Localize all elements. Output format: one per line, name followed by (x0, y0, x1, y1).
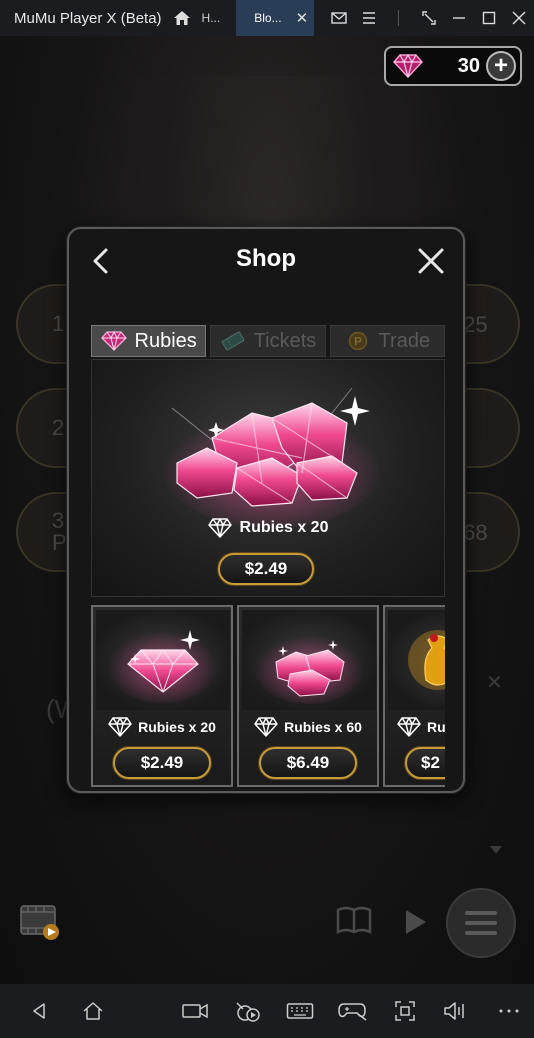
ruby-count: 30 (457, 54, 480, 77)
tab-close-icon[interactable]: ✕ (296, 9, 309, 27)
background-arrow-icon (490, 846, 502, 854)
tab-rubies-label: Rubies (134, 329, 197, 352)
tab-tickets-label: Tickets (253, 329, 317, 352)
ruby-gem-icon (100, 330, 127, 352)
background-close-icon: ✕ (486, 672, 503, 694)
gold-pouch-icon (388, 610, 445, 710)
play-icon[interactable] (392, 900, 436, 944)
emulator-toolbar (0, 984, 534, 1038)
diamond-outline-icon (108, 717, 132, 737)
diamond-outline-icon (207, 518, 232, 538)
window-titlebar: MuMu Player X (Beta) H... Blo... ✕ (0, 0, 534, 36)
item-card-label: Rubies x 60 (239, 717, 377, 737)
home-icon[interactable] (172, 8, 192, 28)
close-icon[interactable] (417, 247, 445, 275)
shop-header: Shop (69, 229, 463, 291)
app-title: MuMu Player X (Beta) (14, 9, 162, 27)
tab-game-label: Blo... (254, 11, 282, 25)
shop-tabs: Rubies Tickets P Trade (91, 325, 445, 357)
ruby-gem-icon (96, 610, 230, 710)
diamond-outline-icon (254, 717, 278, 737)
featured-item-name: Rubies x 20 (239, 519, 329, 536)
ruby-counter: 30 + (384, 46, 522, 86)
close-window-icon[interactable] (504, 0, 534, 36)
tab-tickets[interactable]: Tickets (210, 325, 326, 357)
tab-trade[interactable]: P Trade (329, 325, 445, 357)
item-buy-button[interactable]: $2 (405, 747, 445, 779)
add-rubies-button[interactable]: + (486, 51, 516, 81)
gamepad-icon[interactable] (336, 996, 370, 1026)
ticket-icon (220, 330, 246, 352)
maximize-icon[interactable] (474, 0, 504, 36)
featured-item[interactable]: Rubies x 20 $2.49 (91, 359, 445, 597)
tab-game[interactable]: Blo... ✕ (236, 0, 315, 36)
ruby-pile-icon (162, 387, 382, 528)
camera-icon[interactable] (180, 996, 210, 1026)
book-icon[interactable] (334, 904, 374, 938)
ruby-pile-icon (242, 610, 376, 710)
hamburger-menu-button[interactable] (446, 888, 516, 958)
shop-title: Shop (236, 245, 296, 272)
keyboard-icon[interactable] (284, 996, 316, 1026)
item-buy-button[interactable]: $2.49 (113, 747, 211, 779)
tab-rubies[interactable]: Rubies (91, 325, 207, 357)
item-card[interactable]: Rubies x 60 $6.49 (237, 605, 379, 787)
film-icon[interactable] (18, 902, 62, 942)
item-list: Rubies x 20 $2.49 Rubies x 60 $6.49 Ru $… (91, 605, 445, 787)
tab-trade-label: Trade (378, 329, 431, 352)
back-icon[interactable] (24, 996, 54, 1026)
svg-text:P: P (354, 335, 362, 349)
menu-icon[interactable] (354, 0, 384, 36)
item-card-name: Rubies x 60 (284, 719, 362, 735)
item-card-label: Ru (385, 717, 445, 737)
mail-icon[interactable] (324, 0, 354, 36)
item-card-label: Rubies x 20 (93, 717, 231, 737)
fullscreen-icon[interactable] (414, 0, 444, 36)
tab-home[interactable]: H... (192, 0, 231, 36)
item-card-name: Rubies x 20 (138, 719, 216, 735)
volume-icon[interactable] (440, 996, 470, 1026)
coin-icon: P (345, 330, 371, 352)
screenshot-icon[interactable] (390, 996, 420, 1026)
home-icon[interactable] (78, 996, 108, 1026)
shop-dialog: Shop Rubies Tickets P Trade Rubies x 20 … (67, 227, 465, 793)
item-buy-button[interactable]: $6.49 (259, 747, 357, 779)
diamond-outline-icon (397, 717, 421, 737)
game-area: 1. G x 25 2. T 3. G Pre x 68 (W ✕ 30 + S… (0, 36, 534, 984)
featured-buy-button[interactable]: $2.49 (218, 553, 314, 585)
macro-icon[interactable] (232, 996, 262, 1026)
separator-icon (384, 0, 414, 36)
item-card[interactable]: Rubies x 20 $2.49 (91, 605, 233, 787)
ruby-gem-icon (392, 53, 424, 79)
minimize-icon[interactable] (444, 0, 474, 36)
item-card[interactable]: Ru $2 (383, 605, 445, 787)
more-icon[interactable] (494, 996, 524, 1026)
featured-item-label: Rubies x 20 (92, 518, 444, 538)
item-card-name: Ru (427, 719, 445, 735)
